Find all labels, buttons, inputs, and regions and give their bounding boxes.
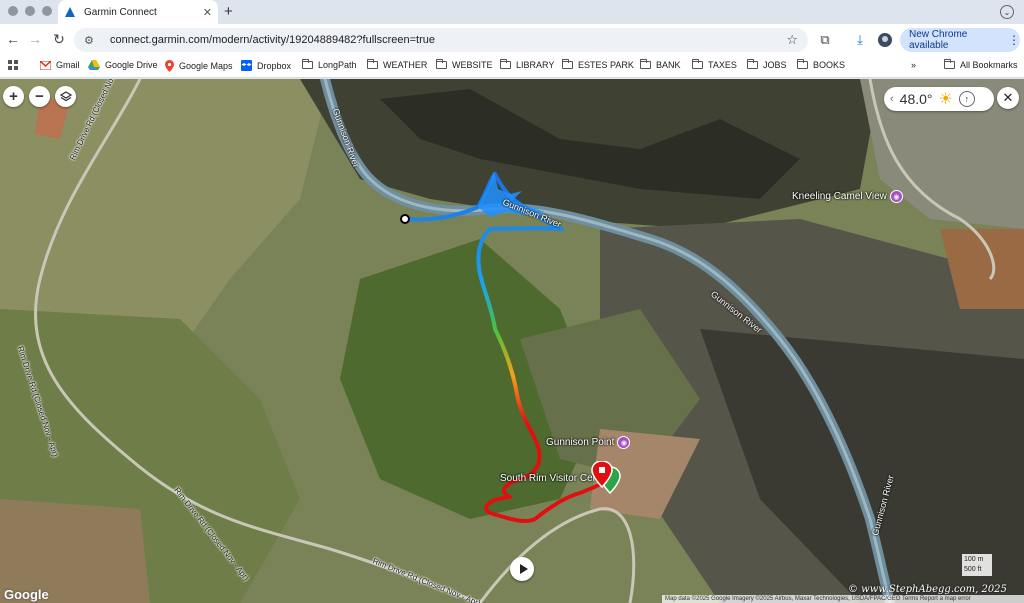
track-end-pins[interactable] xyxy=(590,461,622,497)
bookmarks-overflow-icon[interactable]: » xyxy=(911,60,916,70)
layers-button[interactable] xyxy=(55,86,76,107)
browser-toolbar: ← → ↻ ⚙ connect.garmin.com/modern/activi… xyxy=(0,24,1024,56)
play-button[interactable] xyxy=(510,557,534,581)
bookmark-label: WEATHER xyxy=(383,60,428,70)
all-bookmarks-button[interactable]: All Bookmarks xyxy=(944,59,1018,70)
bookmark-label: Google Maps xyxy=(179,61,233,71)
poi-gunnison-point[interactable]: Gunnison Point ◉ xyxy=(546,436,631,449)
layers-icon xyxy=(59,90,72,101)
gmail-icon xyxy=(40,60,51,70)
window-controls[interactable] xyxy=(8,6,52,16)
sun-icon: ☀ xyxy=(938,91,953,108)
dropbox-icon xyxy=(241,60,252,71)
folder-icon xyxy=(367,59,378,69)
tab-title: Garmin Connect xyxy=(84,6,157,18)
bookmark-label: WEBSITE xyxy=(452,60,493,70)
close-window-icon[interactable] xyxy=(8,6,18,16)
camera-pin-icon: ◉ xyxy=(889,190,903,203)
bookmark-folder-library[interactable]: LIBRARY xyxy=(500,59,555,70)
profile-avatar[interactable] xyxy=(875,30,895,50)
apps-grid-icon[interactable] xyxy=(8,60,19,71)
bookmark-google-maps[interactable]: Google Maps xyxy=(165,60,233,72)
bookmark-folder-website[interactable]: WEBSITE xyxy=(436,59,493,70)
zoom-in-button[interactable]: + xyxy=(3,86,24,107)
camera-pin-icon: ◉ xyxy=(617,436,631,449)
garmin-triangle-icon xyxy=(65,7,75,17)
bookmark-folder-bank[interactable]: BANK xyxy=(640,59,681,70)
bookmark-label: BANK xyxy=(656,60,681,70)
close-fullscreen-button[interactable]: ✕ xyxy=(997,87,1019,109)
bookmark-folder-weather[interactable]: WEATHER xyxy=(367,59,428,70)
bookmark-folder-longpath[interactable]: LongPath xyxy=(302,59,357,70)
scale-metric: 100 m xyxy=(964,556,984,563)
address-bar[interactable]: ⚙ connect.garmin.com/modern/activity/192… xyxy=(74,28,808,52)
folder-icon xyxy=(500,59,511,69)
bookmark-label: TAXES xyxy=(708,60,737,70)
track-start-marker[interactable] xyxy=(400,214,410,224)
bookmark-label: LongPath xyxy=(318,60,357,70)
bookmark-label: Dropbox xyxy=(257,60,292,71)
satellite-map[interactable]: Gunnison River Gunnison River Gunnison R… xyxy=(0,79,1024,603)
site-info-icon[interactable]: ⚙ xyxy=(84,34,98,47)
map-scale: 100 m 500 ft xyxy=(962,554,992,576)
maximize-window-icon[interactable] xyxy=(42,6,52,16)
more-menu-icon[interactable]: ⋮ xyxy=(1008,33,1020,47)
new-chrome-label: New Chrome available xyxy=(909,29,968,51)
folder-icon xyxy=(562,59,573,69)
scale-imperial: 500 ft xyxy=(964,566,982,573)
google-maps-icon xyxy=(165,60,174,72)
tab-garmin-connect[interactable]: Garmin Connect ✕ xyxy=(58,0,218,24)
all-bookmarks-label: All Bookmarks xyxy=(960,60,1018,70)
photo-watermark: © www.StephAbegg.com, 2025 xyxy=(848,584,1007,595)
folder-icon xyxy=(302,59,313,69)
google-drive-icon xyxy=(88,60,100,70)
bookmark-label: LIBRARY xyxy=(516,60,555,70)
folder-icon xyxy=(747,59,758,69)
bookmark-folder-taxes[interactable]: TAXES xyxy=(692,59,737,70)
bookmark-folder-jobs[interactable]: JOBS xyxy=(747,59,787,70)
weather-widget[interactable]: ‹ 48.0° ☀ ↑ xyxy=(884,87,994,111)
bookmark-star-icon[interactable]: ☆ xyxy=(786,32,798,48)
folder-icon xyxy=(640,59,651,69)
bookmark-google-drive[interactable]: Google Drive xyxy=(88,60,158,70)
bookmarks-bar: Gmail Google Drive Google Maps Dropbox L… xyxy=(0,56,1024,78)
minimize-window-icon[interactable] xyxy=(25,6,35,16)
reload-icon[interactable]: ↻ xyxy=(50,31,68,48)
poi-label: Gunnison Point xyxy=(546,437,615,448)
zoom-out-button[interactable]: − xyxy=(29,86,50,107)
bookmark-label: JOBS xyxy=(763,60,787,70)
download-icon[interactable]: ⤓ xyxy=(850,30,870,50)
bookmark-label: Google Drive xyxy=(105,60,158,70)
bookmark-gmail[interactable]: Gmail xyxy=(40,60,80,70)
google-logo: Google xyxy=(4,587,49,602)
bookmark-dropbox[interactable]: Dropbox xyxy=(241,60,291,71)
extensions-icon[interactable]: ⧉ xyxy=(815,30,835,50)
back-icon[interactable]: ← xyxy=(4,31,22,47)
tab-strip: Garmin Connect ✕ + ⌄ xyxy=(0,0,1024,24)
bookmark-label: Gmail xyxy=(56,60,80,70)
bookmark-label: BOOKS xyxy=(813,60,846,70)
folder-icon xyxy=(797,59,808,69)
bookmark-folder-estes-park[interactable]: ESTES PARK xyxy=(562,59,634,70)
folder-icon xyxy=(944,59,955,69)
satellite-terrain xyxy=(0,79,1024,603)
map-attribution[interactable]: Map data ©2025 Google Imagery ©2025 Airb… xyxy=(662,595,1024,603)
wind-direction-icon: ↑ xyxy=(958,91,975,107)
new-chrome-available-button[interactable]: New Chrome available ⋮ xyxy=(900,28,1020,52)
close-tab-icon[interactable]: ✕ xyxy=(203,6,212,19)
folder-icon xyxy=(692,59,703,69)
bookmark-folder-books[interactable]: BOOKS xyxy=(797,59,846,70)
bookmark-label: ESTES PARK xyxy=(578,60,634,70)
url-text: connect.garmin.com/modern/activity/19204… xyxy=(110,34,435,46)
folder-icon xyxy=(436,59,447,69)
poi-label: Kneeling Camel View xyxy=(792,191,887,202)
forward-icon[interactable]: → xyxy=(26,31,44,47)
chevron-left-icon[interactable]: ‹ xyxy=(890,93,894,105)
new-tab-button[interactable]: + xyxy=(224,3,233,20)
tab-search-icon[interactable]: ⌄ xyxy=(1000,5,1014,19)
temperature-value: 48.0° xyxy=(899,91,933,107)
poi-kneeling-camel-view[interactable]: Kneeling Camel View ◉ xyxy=(792,190,903,203)
